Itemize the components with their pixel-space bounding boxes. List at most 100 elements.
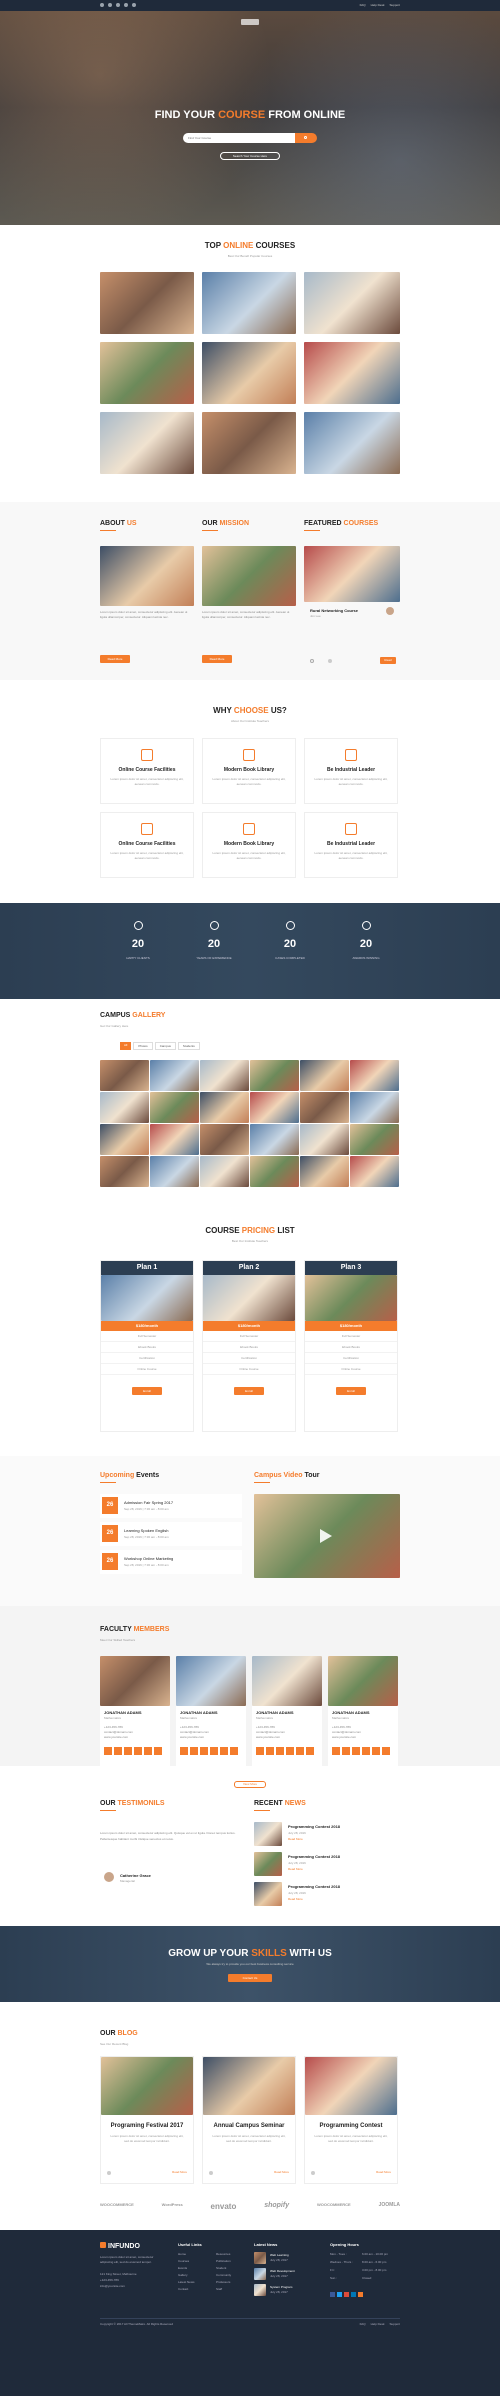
footer-link[interactable]: Student bbox=[216, 2266, 226, 2270]
faculty-view-more-button[interactable]: View More bbox=[234, 1781, 266, 1788]
event-item[interactable]: 26 Learning Spoken English Sep 28, 2016 | … bbox=[100, 1522, 242, 1546]
filter-campus[interactable]: Campus bbox=[154, 1042, 176, 1050]
google-plus-icon[interactable] bbox=[200, 1747, 208, 1755]
news-item[interactable]: Programming Contest 2018 July 28, 2016 Rea… bbox=[254, 1822, 400, 1848]
faculty-email[interactable]: contact@domain.com bbox=[104, 1730, 166, 1734]
footer-link[interactable]: Community bbox=[216, 2273, 231, 2277]
gallery-image[interactable] bbox=[200, 1060, 249, 1091]
twitter-icon[interactable] bbox=[190, 1747, 198, 1755]
footer-support-link[interactable]: Support bbox=[389, 2322, 400, 2326]
course-thumb[interactable] bbox=[304, 412, 400, 474]
faculty-web[interactable]: www.yoursite.com bbox=[256, 1735, 318, 1739]
gallery-image[interactable] bbox=[150, 1060, 199, 1091]
gallery-image[interactable] bbox=[200, 1124, 249, 1155]
gallery-image[interactable] bbox=[100, 1060, 149, 1091]
course-thumb[interactable] bbox=[202, 272, 296, 334]
google-plus-icon[interactable] bbox=[124, 1747, 132, 1755]
facebook-icon[interactable] bbox=[330, 2292, 335, 2297]
gallery-image[interactable] bbox=[100, 1092, 149, 1123]
linkedin-icon[interactable] bbox=[286, 1747, 294, 1755]
gallery-image[interactable] bbox=[150, 1124, 199, 1155]
blog-image[interactable] bbox=[101, 2057, 193, 2115]
footer-news-thumb[interactable] bbox=[254, 2268, 266, 2280]
course-thumb[interactable] bbox=[100, 342, 194, 404]
gallery-image[interactable] bbox=[300, 1156, 349, 1187]
gallery-image[interactable] bbox=[300, 1060, 349, 1091]
news-read-more[interactable]: Read More bbox=[288, 1867, 303, 1871]
enroll-button[interactable]: Enroll bbox=[234, 1387, 264, 1395]
gallery-image[interactable] bbox=[300, 1092, 349, 1123]
youtube-icon[interactable] bbox=[306, 1747, 314, 1755]
linkedin-icon[interactable] bbox=[134, 1747, 142, 1755]
play-icon[interactable] bbox=[320, 1529, 332, 1543]
blog-read-more[interactable]: Read More bbox=[376, 2170, 391, 2174]
footer-link[interactable]: Home bbox=[178, 2252, 186, 2256]
gallery-image[interactable] bbox=[350, 1124, 399, 1155]
event-item[interactable]: 26 Workshop Online Marketing Sep 28, 2016 … bbox=[100, 1550, 242, 1574]
footer-link[interactable]: Staff bbox=[216, 2287, 222, 2291]
gallery-image[interactable] bbox=[100, 1124, 149, 1155]
facebook-icon[interactable] bbox=[180, 1747, 188, 1755]
gallery-image[interactable] bbox=[350, 1060, 399, 1091]
footer-link[interactable]: Gallery bbox=[178, 2273, 188, 2277]
topbar-support-link[interactable]: Support bbox=[389, 3, 400, 7]
footer-email[interactable]: info@yoursite.com bbox=[100, 2284, 125, 2288]
twitter-icon[interactable] bbox=[342, 1747, 350, 1755]
course-thumb[interactable] bbox=[202, 342, 296, 404]
footer-link[interactable]: Resources bbox=[216, 2252, 230, 2256]
gallery-image[interactable] bbox=[250, 1156, 299, 1187]
featured-image[interactable] bbox=[304, 546, 400, 602]
footer-news-title[interactable]: Web Learning bbox=[270, 2253, 289, 2257]
footer-link[interactable]: Latest News bbox=[178, 2280, 195, 2284]
google-plus-icon[interactable] bbox=[352, 1747, 360, 1755]
event-item[interactable]: 26 Admission Fair Spring 2017 Sep 28, 2016… bbox=[100, 1494, 242, 1518]
blog-title[interactable]: Programing Festival 2017 bbox=[107, 2123, 187, 2129]
about-read-more-button[interactable]: Read More bbox=[100, 655, 130, 663]
course-thumb[interactable] bbox=[304, 342, 400, 404]
gallery-image[interactable] bbox=[350, 1156, 399, 1187]
footer-link[interactable]: Contact bbox=[178, 2287, 188, 2291]
gallery-image[interactable] bbox=[200, 1156, 249, 1187]
faculty-web[interactable]: www.yoursite.com bbox=[180, 1735, 242, 1739]
gallery-image[interactable] bbox=[200, 1092, 249, 1123]
gallery-image[interactable] bbox=[250, 1092, 299, 1123]
footer-help-link[interactable]: Help Desk bbox=[371, 2322, 385, 2326]
hero-search-input[interactable] bbox=[183, 133, 295, 143]
faculty-email[interactable]: contact@domain.com bbox=[180, 1730, 242, 1734]
blog-title[interactable]: Annual Campus Seminar bbox=[209, 2123, 289, 2129]
footer-news-thumb[interactable] bbox=[254, 2252, 266, 2264]
facebook-icon[interactable] bbox=[332, 1747, 340, 1755]
twitter-icon[interactable] bbox=[266, 1747, 274, 1755]
gallery-image[interactable] bbox=[150, 1092, 199, 1123]
blog-title[interactable]: Programming Contest bbox=[311, 2123, 391, 2129]
gallery-image[interactable] bbox=[100, 1156, 149, 1187]
enroll-button[interactable]: Enroll bbox=[132, 1387, 162, 1395]
news-item[interactable]: Programming Contest 2018 July 28, 2016 Rea… bbox=[254, 1852, 400, 1878]
featured-course-title[interactable]: Rural Networking Course bbox=[310, 608, 358, 613]
google-plus-icon[interactable] bbox=[116, 3, 120, 7]
filter-students[interactable]: Students bbox=[177, 1042, 200, 1050]
blog-read-more[interactable]: Read More bbox=[274, 2170, 289, 2174]
course-thumb[interactable] bbox=[304, 272, 400, 334]
featured-read-button[interactable]: Read bbox=[380, 657, 396, 664]
gallery-image[interactable] bbox=[250, 1124, 299, 1155]
campus-video-thumbnail[interactable] bbox=[254, 1494, 400, 1578]
linkedin-icon[interactable] bbox=[210, 1747, 218, 1755]
course-thumb[interactable] bbox=[202, 412, 296, 474]
news-item[interactable]: Programming Contest 2018 July 28, 2016 Rea… bbox=[254, 1882, 400, 1908]
gallery-image[interactable] bbox=[300, 1124, 349, 1155]
twitter-icon[interactable] bbox=[337, 2292, 342, 2297]
linkedin-icon[interactable] bbox=[351, 2292, 356, 2297]
blog-image[interactable] bbox=[203, 2057, 295, 2115]
footer-link[interactable]: Professors bbox=[216, 2280, 230, 2284]
google-plus-icon[interactable] bbox=[276, 1747, 284, 1755]
twitter-icon[interactable] bbox=[108, 3, 112, 7]
news-read-more[interactable]: Read More bbox=[288, 1837, 303, 1841]
blog-image[interactable] bbox=[305, 2057, 397, 2115]
linkedin-icon[interactable] bbox=[124, 3, 128, 7]
topbar-help-link[interactable]: Help Desk bbox=[371, 3, 385, 7]
faculty-web[interactable]: www.yoursite.com bbox=[332, 1735, 394, 1739]
youtube-icon[interactable] bbox=[382, 1747, 390, 1755]
gallery-image[interactable] bbox=[150, 1156, 199, 1187]
linkedin-icon[interactable] bbox=[362, 1747, 370, 1755]
